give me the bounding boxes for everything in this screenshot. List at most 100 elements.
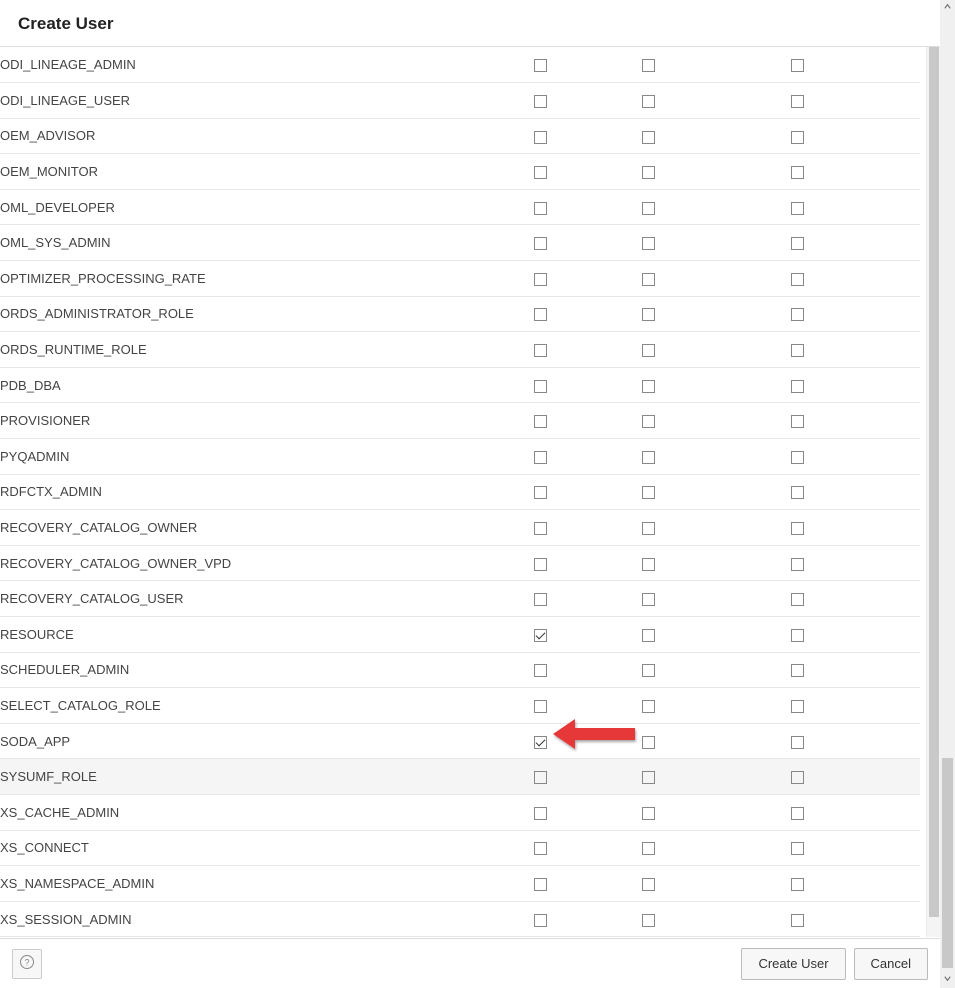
role-checkbox[interactable] [642,878,655,891]
role-checkbox[interactable] [791,558,804,571]
role-checkbox[interactable] [534,771,547,784]
role-checkbox[interactable] [534,807,547,820]
role-checkbox[interactable] [534,415,547,428]
role-checkbox[interactable] [642,486,655,499]
cancel-button[interactable]: Cancel [854,948,928,980]
role-checkbox[interactable] [791,522,804,535]
table-row[interactable]: ODI_LINEAGE_USER [0,83,920,119]
role-checkbox[interactable] [642,166,655,179]
role-checkbox[interactable] [642,95,655,108]
role-checkbox[interactable] [791,59,804,72]
role-checkbox[interactable] [642,59,655,72]
role-checkbox[interactable] [534,344,547,357]
role-checkbox[interactable] [791,237,804,250]
role-checkbox[interactable] [534,166,547,179]
table-row[interactable]: OML_SYS_ADMIN [0,225,920,261]
role-checkbox[interactable] [791,166,804,179]
role-checkbox[interactable] [791,807,804,820]
role-checkbox[interactable] [642,807,655,820]
table-row[interactable]: PYQADMIN [0,439,920,475]
role-checkbox[interactable] [642,736,655,749]
role-checkbox[interactable] [534,202,547,215]
help-button[interactable]: ? [12,949,42,979]
role-checkbox[interactable] [642,237,655,250]
table-row[interactable]: SYSUMF_ROLE [0,759,920,795]
create-user-button[interactable]: Create User [741,948,845,980]
scroll-down-icon[interactable] [940,972,955,988]
role-checkbox[interactable] [534,451,547,464]
table-row[interactable]: XS_CONNECT [0,830,920,866]
role-checkbox[interactable] [534,273,547,286]
role-checkbox[interactable] [534,629,547,642]
role-checkbox[interactable] [642,700,655,713]
role-checkbox[interactable] [642,273,655,286]
role-checkbox[interactable] [791,700,804,713]
table-row[interactable]: RECOVERY_CATALOG_OWNER [0,510,920,546]
role-checkbox[interactable] [791,380,804,393]
role-checkbox[interactable] [642,629,655,642]
role-checkbox[interactable] [642,415,655,428]
role-checkbox[interactable] [534,664,547,677]
table-row[interactable]: OEM_ADVISOR [0,118,920,154]
table-row[interactable]: ORDS_RUNTIME_ROLE [0,332,920,368]
table-row[interactable]: XS_NAMESPACE_ADMIN [0,866,920,902]
table-row[interactable]: RECOVERY_CATALOG_USER [0,581,920,617]
role-checkbox[interactable] [642,522,655,535]
role-checkbox[interactable] [534,842,547,855]
role-checkbox[interactable] [791,308,804,321]
role-checkbox[interactable] [642,842,655,855]
role-checkbox[interactable] [791,842,804,855]
outer-scrollbar[interactable] [940,0,955,988]
role-checkbox[interactable] [534,593,547,606]
role-checkbox[interactable] [791,451,804,464]
role-checkbox[interactable] [642,380,655,393]
role-checkbox[interactable] [791,736,804,749]
role-checkbox[interactable] [642,664,655,677]
role-checkbox[interactable] [534,700,547,713]
role-checkbox[interactable] [534,914,547,927]
outer-scrollbar-thumb[interactable] [942,758,953,968]
role-checkbox[interactable] [534,522,547,535]
table-row[interactable]: OEM_MONITOR [0,154,920,190]
table-row[interactable]: RDFCTX_ADMIN [0,474,920,510]
role-checkbox[interactable] [791,664,804,677]
role-checkbox[interactable] [534,95,547,108]
table-row[interactable]: ODI_LINEAGE_ADMIN [0,47,920,83]
table-row[interactable]: PDB_DBA [0,367,920,403]
role-checkbox[interactable] [791,771,804,784]
role-checkbox[interactable] [642,451,655,464]
role-checkbox[interactable] [791,486,804,499]
table-row[interactable]: SCHEDULER_ADMIN [0,652,920,688]
role-checkbox[interactable] [791,95,804,108]
role-checkbox[interactable] [534,59,547,72]
table-row[interactable]: XS_CACHE_ADMIN [0,794,920,830]
role-checkbox[interactable] [642,914,655,927]
role-checkbox[interactable] [534,380,547,393]
role-checkbox[interactable] [791,415,804,428]
role-checkbox[interactable] [642,771,655,784]
table-row[interactable]: RECOVERY_CATALOG_OWNER_VPD [0,545,920,581]
role-checkbox[interactable] [791,202,804,215]
role-checkbox[interactable] [791,878,804,891]
role-checkbox[interactable] [534,736,547,749]
inner-scrollbar[interactable] [926,47,940,937]
table-row[interactable]: PROVISIONER [0,403,920,439]
role-checkbox[interactable] [534,237,547,250]
scroll-up-icon[interactable] [940,0,955,16]
role-checkbox[interactable] [534,486,547,499]
role-checkbox[interactable] [534,558,547,571]
role-checkbox[interactable] [791,629,804,642]
table-row[interactable]: SELECT_CATALOG_ROLE [0,688,920,724]
role-checkbox[interactable] [642,308,655,321]
role-checkbox[interactable] [791,914,804,927]
role-checkbox[interactable] [791,593,804,606]
role-checkbox[interactable] [534,131,547,144]
role-checkbox[interactable] [791,131,804,144]
role-checkbox[interactable] [534,308,547,321]
table-row[interactable]: XS_SESSION_ADMIN [0,901,920,937]
role-checkbox[interactable] [791,273,804,286]
table-row[interactable]: RESOURCE [0,617,920,653]
inner-scrollbar-thumb[interactable] [929,47,939,917]
role-checkbox[interactable] [642,558,655,571]
table-row[interactable]: OML_DEVELOPER [0,189,920,225]
